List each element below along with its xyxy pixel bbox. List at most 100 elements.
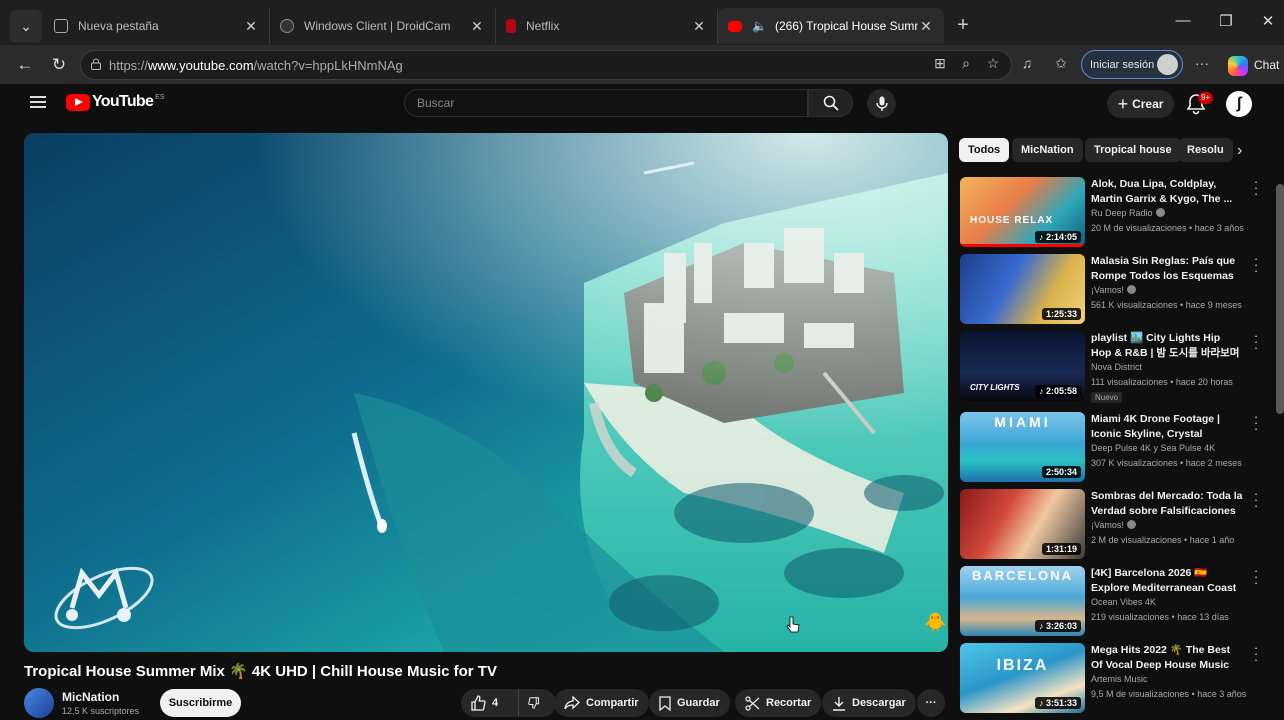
thumbnail-caption: BARCELONA — [971, 568, 1074, 583]
url-path: /watch?v=hppLkHNmNAg — [253, 57, 403, 73]
list-item[interactable]: CITY LIGHTS ♪ 2:05:58 playlist 🏙️ City L… — [960, 329, 1259, 403]
favorite-star-icon[interactable]: ☆ — [983, 55, 1003, 75]
notifications-count-badge: 9+ — [1198, 92, 1214, 104]
rec-title: Alok, Dua Lipa, Coldplay, Martin Garrix … — [1091, 178, 1233, 205]
chip-topic[interactable]: Tropical house — [1085, 138, 1181, 162]
channel-name[interactable]: MicNation — [62, 690, 119, 704]
video-player[interactable]: 🐥 — [24, 133, 948, 652]
rec-channel[interactable]: Ocean Vibes 4K — [1091, 597, 1156, 607]
tab-actions-button[interactable]: ⌄ — [10, 10, 42, 42]
extensions-icon[interactable]: ♫ — [1017, 55, 1037, 75]
thumbnail-caption: CITY LIGHTS — [970, 383, 1020, 392]
tab-netflix[interactable]: Netflix ✕ — [496, 8, 718, 44]
rec-meta: 9,5 M de visualizaciones • hace 3 años — [1091, 689, 1247, 699]
rec-title: Sombras del Mercado: Toda la Verdad sobr… — [1091, 490, 1243, 517]
close-icon[interactable]: ✕ — [918, 18, 934, 35]
chevron-right-icon[interactable]: › — [1237, 142, 1242, 160]
signin-button[interactable]: Iniciar sesión — [1081, 50, 1183, 79]
rec-channel[interactable]: Ru Deep Radio — [1091, 208, 1165, 218]
video-thumbnail[interactable]: MIAMI 2:50:34 — [960, 412, 1085, 482]
tab-new-tab[interactable]: Nueva pestaña ✕ — [44, 8, 270, 44]
zoom-icon[interactable]: ⌕ — [956, 55, 976, 75]
url-field[interactable]: https://www.youtube.com/watch?v=hppLkHNm… — [80, 50, 1012, 80]
list-item[interactable]: IBIZA ♪ 3:51:33 Mega Hits 2022 🌴 The Bes… — [960, 641, 1259, 713]
more-vert-icon[interactable]: · · · — [1253, 641, 1259, 666]
video-duration: 2:50:34 — [1041, 466, 1081, 478]
close-icon[interactable]: ✕ — [243, 18, 259, 35]
video-thumbnail[interactable]: CITY LIGHTS ♪ 2:05:58 — [960, 331, 1085, 401]
favorites-icon[interactable]: ✩ — [1051, 55, 1071, 75]
more-vert-icon[interactable]: · · · — [1253, 564, 1259, 589]
list-item[interactable]: BARCELONA ♪ 3:26:03 [4K] Barcelona 2026 … — [960, 564, 1259, 636]
more-actions-button[interactable]: ··· — [917, 689, 945, 717]
video-duration: ♪ 3:51:33 — [1034, 697, 1081, 709]
rec-meta: 2 M de visualizaciones • hace 1 año — [1091, 535, 1235, 545]
thumbnail-caption: MIAMI — [994, 414, 1051, 430]
rec-channel[interactable]: ¡Vamos! — [1091, 285, 1136, 295]
clip-label: Recortar — [766, 697, 812, 709]
share-button[interactable]: Compartir — [554, 689, 649, 717]
more-vert-icon[interactable]: · · · — [1253, 252, 1259, 277]
video-thumbnail[interactable]: IBIZA ♪ 3:51:33 — [960, 643, 1085, 713]
page-scrollbar[interactable] — [1276, 184, 1284, 414]
more-vert-icon[interactable]: · · · — [1253, 410, 1259, 435]
window-close-button[interactable]: ✕ — [1258, 12, 1278, 30]
account-avatar[interactable]: ʃ — [1226, 91, 1252, 117]
download-button[interactable]: Descargar — [822, 689, 916, 717]
youtube-logo[interactable]: YouTube ES — [66, 93, 165, 111]
new-tab-button[interactable]: + — [952, 14, 974, 37]
more-vert-icon[interactable]: · · · — [1253, 175, 1259, 200]
voice-search-button[interactable] — [867, 89, 896, 118]
save-button[interactable]: Guardar — [649, 689, 730, 717]
restore-button[interactable]: ❐ — [1216, 12, 1236, 30]
rec-channel[interactable]: ¡Vamos! — [1091, 520, 1136, 530]
chip-channel[interactable]: MicNation — [1012, 138, 1083, 162]
create-button[interactable]: + Crear — [1107, 90, 1174, 118]
menu-hamburger-icon[interactable] — [30, 96, 46, 108]
tab-droidcam[interactable]: Windows Client | DroidCam ✕ — [270, 8, 496, 44]
lock-icon — [91, 58, 101, 70]
bookmark-icon — [659, 695, 671, 711]
more-menu-icon[interactable]: ··· — [1192, 55, 1212, 75]
list-item[interactable]: 1:31:19 Sombras del Mercado: Toda la Ver… — [960, 487, 1259, 559]
thumbs-down-icon — [528, 697, 539, 709]
chip-all[interactable]: Todos — [959, 138, 1010, 162]
chick-sticker: 🐥 — [924, 611, 946, 632]
video-thumbnail[interactable]: HOUSE RELAX ♪ 2:14:05 — [960, 177, 1085, 247]
download-label: Descargar — [852, 697, 906, 709]
clip-button[interactable]: Recortar — [735, 689, 822, 717]
list-item[interactable]: HOUSE RELAX ♪ 2:14:05 Alok, Dua Lipa, Co… — [960, 175, 1259, 247]
more-vert-icon[interactable]: · · · — [1253, 487, 1259, 512]
minimize-button[interactable]: — — [1173, 12, 1193, 29]
list-item[interactable]: MIAMI 2:50:34 Miami 4K Drone Footage | I… — [960, 410, 1259, 482]
more-vert-icon[interactable]: · · · — [1253, 329, 1259, 354]
video-thumbnail[interactable]: 1:31:19 — [960, 489, 1085, 559]
subscribe-button[interactable]: Suscribirme — [160, 689, 241, 717]
rec-channel[interactable]: Deep Pulse 4K y Sea Pulse 4K — [1091, 443, 1215, 453]
video-thumbnail[interactable]: 1:25:33 — [960, 254, 1085, 324]
subscriber-count: 12,5 K suscriptores — [62, 706, 140, 716]
list-item[interactable]: 1:25:33 Malasia Sin Reglas: País que Rom… — [960, 252, 1259, 324]
chip-resolution[interactable]: Resolu — [1178, 138, 1233, 162]
tab-youtube[interactable]: 🔈 (266) Tropical House Summer ✕ — [718, 8, 944, 44]
rec-title: [4K] Barcelona 2026 🇪🇸 Explore Mediterra… — [1091, 567, 1237, 594]
copilot-icon[interactable] — [1228, 56, 1248, 76]
like-button[interactable]: 4 — [461, 689, 518, 717]
video-thumbnail[interactable]: BARCELONA ♪ 3:26:03 — [960, 566, 1085, 636]
back-button[interactable]: ← — [14, 54, 36, 76]
search-button[interactable] — [808, 89, 853, 117]
video-duration: 1:31:19 — [1041, 543, 1081, 555]
dislike-button[interactable] — [518, 689, 556, 717]
scissors-icon — [745, 695, 760, 711]
close-icon[interactable]: ✕ — [469, 18, 485, 35]
rec-channel[interactable]: Nova District — [1091, 362, 1142, 372]
refresh-button[interactable]: ↻ — [48, 54, 70, 76]
chat-label[interactable]: Chat — [1254, 58, 1279, 72]
rec-channel[interactable]: Artemis Music — [1091, 674, 1148, 684]
rec-title: playlist 🏙️ City Lights Hip Hop & R&B | … — [1091, 332, 1240, 359]
speaker-icon[interactable]: 🔈 — [752, 19, 767, 33]
close-icon[interactable]: ✕ — [691, 18, 707, 35]
search-input[interactable]: Buscar — [404, 89, 808, 117]
app-available-icon[interactable]: ⊞ — [930, 55, 950, 75]
channel-avatar[interactable] — [24, 688, 54, 718]
